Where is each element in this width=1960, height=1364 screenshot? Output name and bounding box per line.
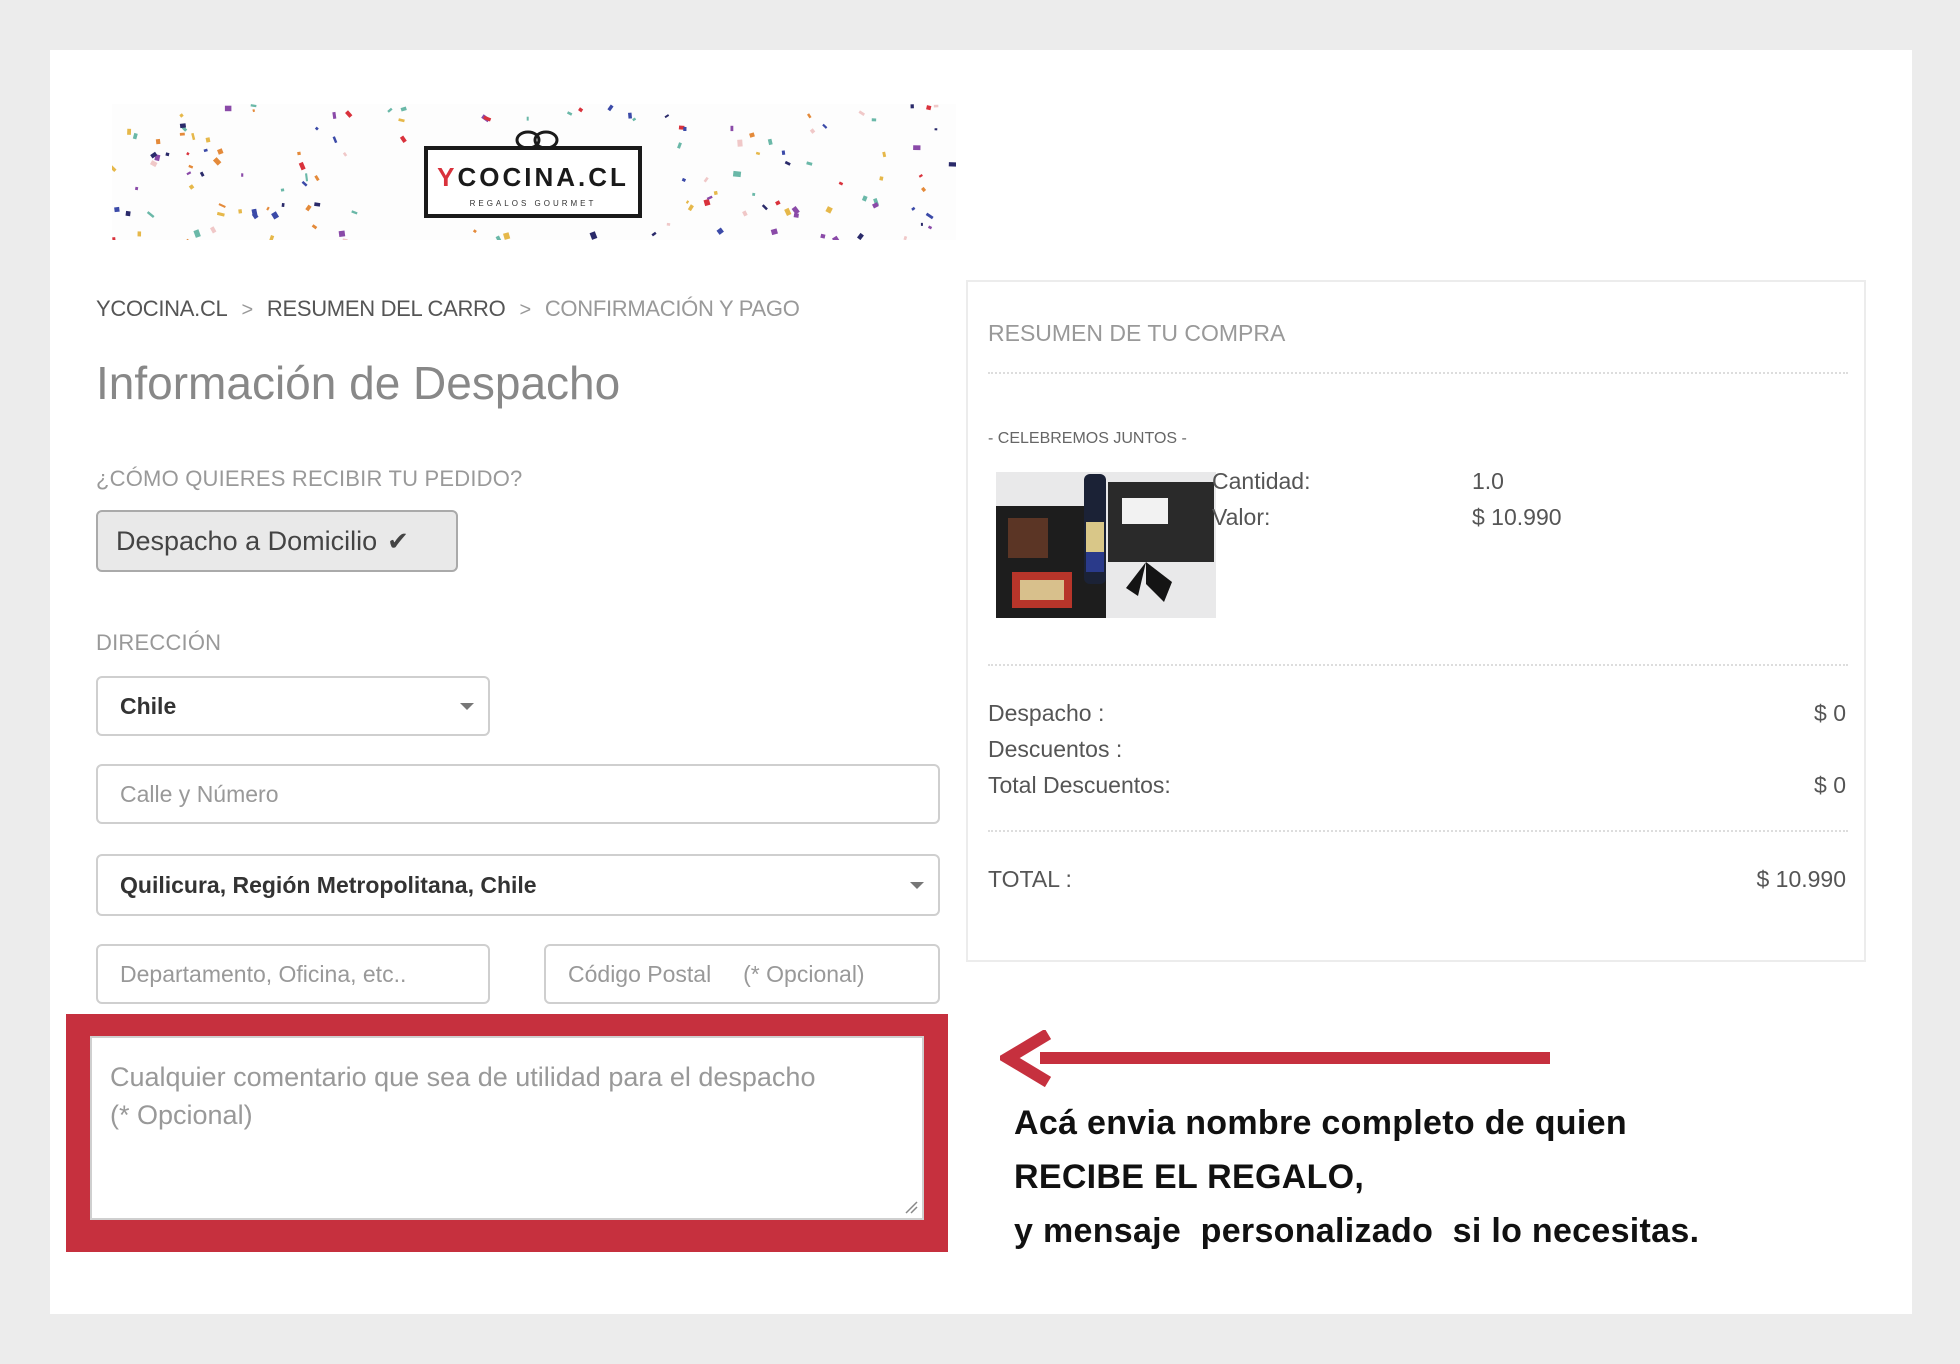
header-banner: YCOCINA.CL REGALOS GOURMET <box>112 104 956 240</box>
product-name: - CELEBREMOS JUNTOS - <box>988 430 1187 447</box>
chevron-down-icon <box>910 882 924 889</box>
annotation-line2: RECIBE EL REGALO, <box>1014 1158 1365 1196</box>
arrow-left-icon <box>1000 1030 1550 1088</box>
breadcrumb-item-current: CONFIRMACIÓN Y PAGO <box>544 296 800 321</box>
breadcrumb-separator: > <box>519 299 531 321</box>
total-discounts-label: Total Descuentos: <box>988 772 1171 798</box>
commune-select[interactable]: Quilicura, Región Metropolitana, Chile <box>96 854 940 916</box>
shipping-label: Despacho : <box>988 700 1105 726</box>
divider <box>988 830 1848 832</box>
street-input[interactable]: Calle y Número <box>96 764 940 824</box>
brand-name: YCOCINA.CL <box>437 162 629 192</box>
shipping-value: $ 0 <box>1814 700 1846 726</box>
comment-placeholder-line1: Cualquier comentario que sea de utilidad… <box>110 1062 816 1092</box>
breadcrumb-item-home[interactable]: YCOCINA.CL <box>96 296 228 322</box>
breadcrumb: YCOCINA.CL > RESUMEN DEL CARRO > CONFIRMACIÓ… <box>96 296 800 322</box>
annotation-note: Acá envia nombre completo de quien RECIB… <box>1014 1096 1699 1258</box>
quantity-label: Cantidad: <box>1212 468 1311 494</box>
gift-bow-icon <box>515 130 559 150</box>
apartment-input[interactable]: Departamento, Oficina, etc.. <box>96 944 490 1004</box>
commune-value: Quilicura, Región Metropolitana, Chile <box>120 871 537 898</box>
order-summary-title: RESUMEN DE TU COMPRA <box>988 320 1286 346</box>
annotation-line3: y mensaje personalizado si lo necesitas. <box>1014 1212 1700 1250</box>
home-delivery-option-button[interactable]: Despacho a Domicilio ✔ <box>96 510 458 572</box>
checkmark-icon: ✔ <box>387 526 409 556</box>
discounts-label: Descuentos : <box>988 736 1123 762</box>
home-delivery-label: Despacho a Domicilio <box>116 526 378 556</box>
brand-tagline: REGALOS GOURMET <box>465 199 601 208</box>
total-value: $ 10.990 <box>1756 866 1846 892</box>
comment-placeholder-line2: (* Opcional) <box>110 1100 253 1130</box>
price-value: $ 10.990 <box>1472 504 1562 530</box>
street-placeholder: Calle y Número <box>120 780 279 807</box>
postal-code-input[interactable]: Código Postal (* Opcional) <box>544 944 940 1004</box>
price-label: Valor: <box>1212 504 1271 530</box>
annotation-line1: Acá envia nombre completo de quien <box>1014 1104 1627 1142</box>
order-summary-panel: RESUMEN DE TU COMPRA - CELEBREMOS JUNTOS… <box>966 280 1866 962</box>
divider <box>988 664 1848 666</box>
chevron-down-icon <box>460 703 474 710</box>
total-discounts-value: $ 0 <box>1814 772 1846 798</box>
resize-grip-icon[interactable] <box>902 1198 918 1214</box>
delivery-comment-textarea[interactable]: Cualquier comentario que sea de utilidad… <box>90 1036 924 1220</box>
breadcrumb-item-cart[interactable]: RESUMEN DEL CARRO <box>267 296 506 322</box>
country-select[interactable]: Chile <box>96 676 490 736</box>
apartment-placeholder: Departamento, Oficina, etc.. <box>120 960 407 987</box>
postal-code-placeholder: Código Postal (* Opcional) <box>568 960 865 987</box>
brand-logo[interactable]: YCOCINA.CL REGALOS GOURMET <box>424 130 642 218</box>
total-label: TOTAL : <box>988 866 1072 892</box>
quantity-value: 1.0 <box>1472 468 1504 494</box>
divider <box>988 372 1848 374</box>
breadcrumb-separator: > <box>241 299 253 321</box>
page-title: Información de Despacho <box>96 357 621 409</box>
delivery-question-label: ¿CÓMO QUIERES RECIBIR TU PEDIDO? <box>96 466 523 491</box>
country-value: Chile <box>120 692 177 719</box>
product-image <box>996 472 1216 618</box>
address-section-label: DIRECCIÓN <box>96 630 222 655</box>
